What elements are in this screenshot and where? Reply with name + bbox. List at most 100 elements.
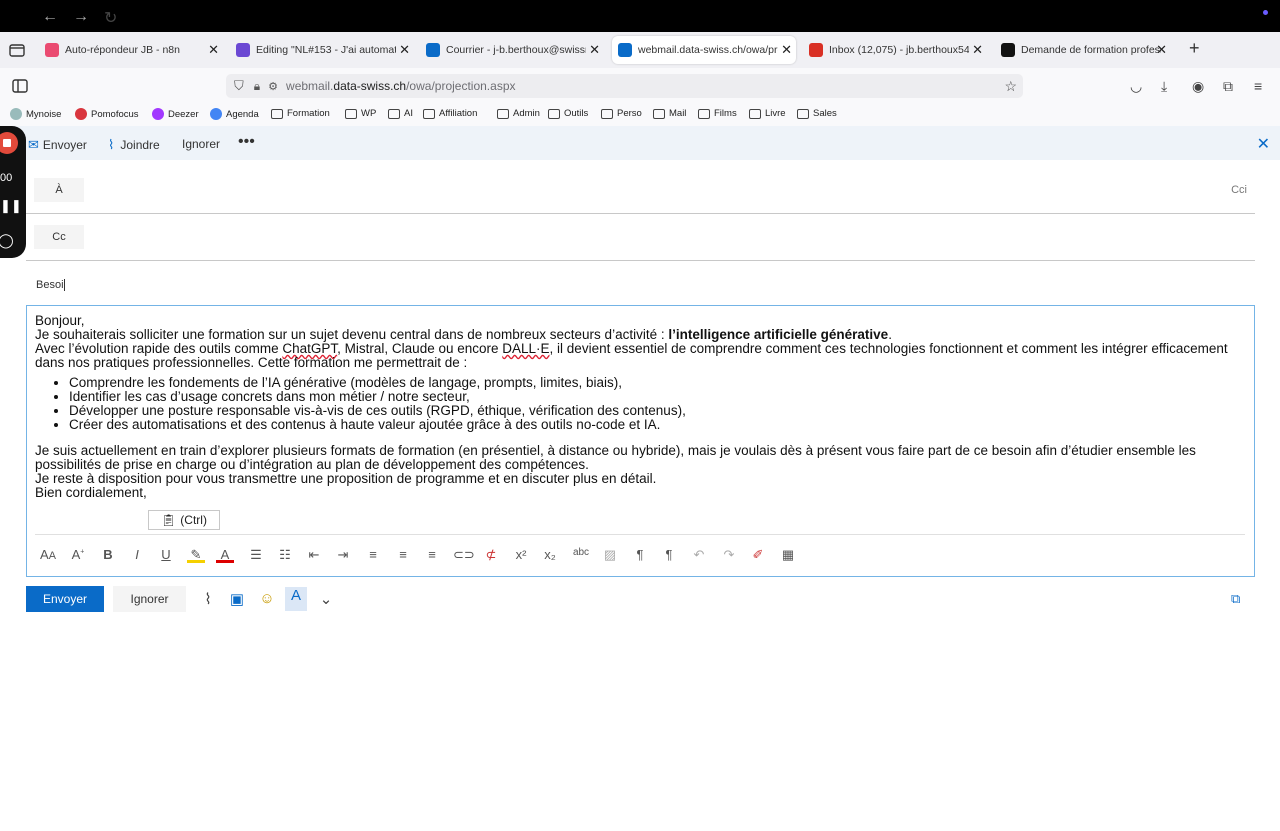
bookmark-item[interactable]: Formation [271, 108, 330, 119]
more-options-icon[interactable]: ••• [238, 133, 255, 151]
format-text-icon[interactable]: A [285, 587, 307, 611]
ltr-icon[interactable]: ¶ [631, 547, 649, 562]
bookmark-label: WP [361, 108, 377, 119]
forward-icon[interactable]: → [73, 8, 89, 26]
toolbar-discard-button[interactable]: Ignorer [182, 137, 220, 151]
bookmark-item[interactable]: Perso [601, 108, 642, 119]
link-icon[interactable]: ⊂⊃ [453, 547, 475, 563]
close-tab-icon[interactable]: ✕ [781, 42, 792, 58]
bookmark-item[interactable]: Admin [497, 108, 540, 119]
picture-icon[interactable]: ▣ [226, 590, 248, 608]
send-button[interactable]: Envoyer [26, 586, 104, 612]
align-right-icon[interactable]: ≡ [423, 547, 441, 562]
close-tab-icon[interactable]: ✕ [1156, 42, 1167, 58]
increase-indent-icon[interactable]: ⇥ [334, 547, 352, 563]
toolbar-send-label: Envoyer [42, 138, 87, 152]
bookmark-item[interactable]: Agenda [210, 108, 259, 120]
insert-image-icon[interactable]: ▨ [601, 547, 619, 563]
bookmark-item[interactable]: Films [698, 108, 737, 119]
account-icon[interactable]: ◉ [1192, 78, 1204, 95]
close-tab-icon[interactable]: ✕ [589, 42, 600, 58]
bookmark-item[interactable]: WP [345, 108, 376, 119]
cc-button[interactable]: Cc [34, 225, 84, 249]
align-center-icon[interactable]: ≡ [394, 547, 412, 562]
clear-formatting-icon[interactable]: ✐ [749, 547, 767, 563]
message-editor[interactable]: Bonjour, Je souhaiterais solliciter une … [26, 305, 1255, 577]
attach-icon[interactable]: ⌇ [197, 590, 219, 608]
to-row[interactable]: À Cci [26, 174, 1255, 214]
formatting-toolbar: AA A+ B I U ✎ A ☰ ☷ ⇤ ⇥ ≡ ≡ ≡ ⊂⊃ ⊄ x² x₂… [35, 534, 1245, 574]
align-left-icon[interactable]: ≡ [364, 547, 382, 562]
restart-icon[interactable]: ◯ [0, 232, 14, 249]
unlink-icon[interactable]: ⊄ [482, 547, 500, 563]
toolbar-attach-button[interactable]: ⌇ Joindre [108, 137, 160, 153]
new-tab-button[interactable]: + [1189, 38, 1200, 59]
to-button[interactable]: À [34, 178, 84, 202]
italic-icon[interactable]: I [128, 547, 146, 562]
browser-tab[interactable]: Inbox (12,075) - jb.berthoux54@ ✕ [803, 36, 987, 64]
browser-tab[interactable]: Auto-répondeur JB - n8n ✕ [39, 36, 223, 64]
bookmark-star-icon[interactable]: ☆ [1004, 78, 1017, 95]
popout-icon[interactable]: ⧉ [1231, 591, 1240, 607]
underline-icon[interactable]: U [157, 547, 175, 562]
emoji-icon[interactable]: ☺ [256, 590, 278, 607]
extensions-icon[interactable]: ⧉ [1223, 78, 1233, 95]
bookmark-item[interactable]: Pomofocus [75, 108, 139, 120]
tab-list-icon[interactable] [8, 41, 26, 59]
chevron-down-icon[interactable]: ⌄ [315, 590, 337, 608]
site-icon [75, 108, 87, 120]
subject-input[interactable]: Besoi [36, 279, 65, 291]
browser-tab[interactable]: webmail.data-swiss.ch/owa/proj ✕ [612, 36, 796, 64]
browser-tab[interactable]: Demande de formation professi ✕ [995, 36, 1171, 64]
redo-icon[interactable]: ↷ [720, 547, 738, 563]
reload-icon[interactable]: ↻ [104, 8, 117, 28]
sidebar-toggle-icon[interactable] [12, 79, 28, 93]
paste-options-button[interactable]: 📋︎ (Ctrl) [148, 510, 220, 530]
font-size-icon[interactable]: A+ [69, 547, 87, 562]
superscript-icon[interactable]: x² [512, 547, 530, 562]
address-bar[interactable]: ⛉ 🔒︎ ⚙ webmail.data-swiss.ch/owa/project… [226, 74, 1023, 98]
message-body[interactable]: Bonjour, Je souhaiterais solliciter une … [35, 314, 1240, 500]
numbering-icon[interactable]: ☷ [276, 547, 294, 563]
strikethrough-icon[interactable]: abc [572, 547, 590, 558]
close-tab-icon[interactable]: ✕ [399, 42, 410, 58]
subscript-icon[interactable]: x₂ [541, 547, 559, 562]
menu-icon[interactable]: ≡ [1254, 78, 1262, 94]
insert-table-icon[interactable]: ▦ [779, 547, 797, 563]
folder-icon [797, 108, 809, 119]
bookmark-item[interactable]: AI [388, 108, 413, 119]
bookmark-item[interactable]: Outils [548, 108, 588, 119]
bookmark-item[interactable]: Affiliation [423, 108, 477, 119]
undo-icon[interactable]: ↶ [690, 547, 708, 563]
toolbar-send-button[interactable]: ✉ Envoyer [28, 137, 87, 153]
decrease-indent-icon[interactable]: ⇤ [305, 547, 323, 563]
stop-recording-icon[interactable] [0, 132, 18, 154]
rtl-icon[interactable]: ¶ [660, 547, 678, 562]
close-compose-icon[interactable]: ✕ [1257, 134, 1270, 154]
browser-tab[interactable]: Courrier - j-b.berthoux@swissn ✕ [420, 36, 604, 64]
downloads-icon[interactable]: ⤓ [1161, 78, 1167, 95]
site-permissions-icon[interactable]: ⚙ [268, 80, 278, 93]
bookmark-item[interactable]: Deezer [152, 108, 199, 120]
pause-icon[interactable]: ❚❚ [0, 198, 22, 214]
cc-row[interactable]: Cc [26, 221, 1255, 261]
highlight-icon[interactable]: ✎ [187, 547, 205, 563]
tab-title: Auto-répondeur JB - n8n [65, 44, 180, 56]
close-tab-icon[interactable]: ✕ [208, 42, 219, 58]
pocket-icon[interactable]: ◡ [1130, 78, 1142, 95]
font-icon[interactable]: AA [39, 547, 57, 562]
back-icon[interactable]: ← [42, 8, 58, 26]
bookmark-item[interactable]: Sales [797, 108, 837, 119]
shield-icon[interactable]: ⛉ [234, 78, 244, 94]
discard-button[interactable]: Ignorer [113, 586, 186, 612]
bcc-button[interactable]: Cci [1231, 184, 1247, 196]
bullets-icon[interactable]: ☰ [247, 547, 265, 563]
bookmark-item[interactable]: Mynoise [10, 108, 61, 120]
bold-icon[interactable]: B [99, 547, 117, 562]
bookmark-item[interactable]: Mail [653, 108, 686, 119]
close-tab-icon[interactable]: ✕ [972, 42, 983, 58]
font-color-icon[interactable]: A [216, 547, 234, 563]
browser-tab[interactable]: Editing "NL#153 - J'ai automati ✕ [230, 36, 414, 64]
lock-icon[interactable]: 🔒︎ [254, 79, 260, 94]
bookmark-item[interactable]: Livre [749, 108, 786, 119]
